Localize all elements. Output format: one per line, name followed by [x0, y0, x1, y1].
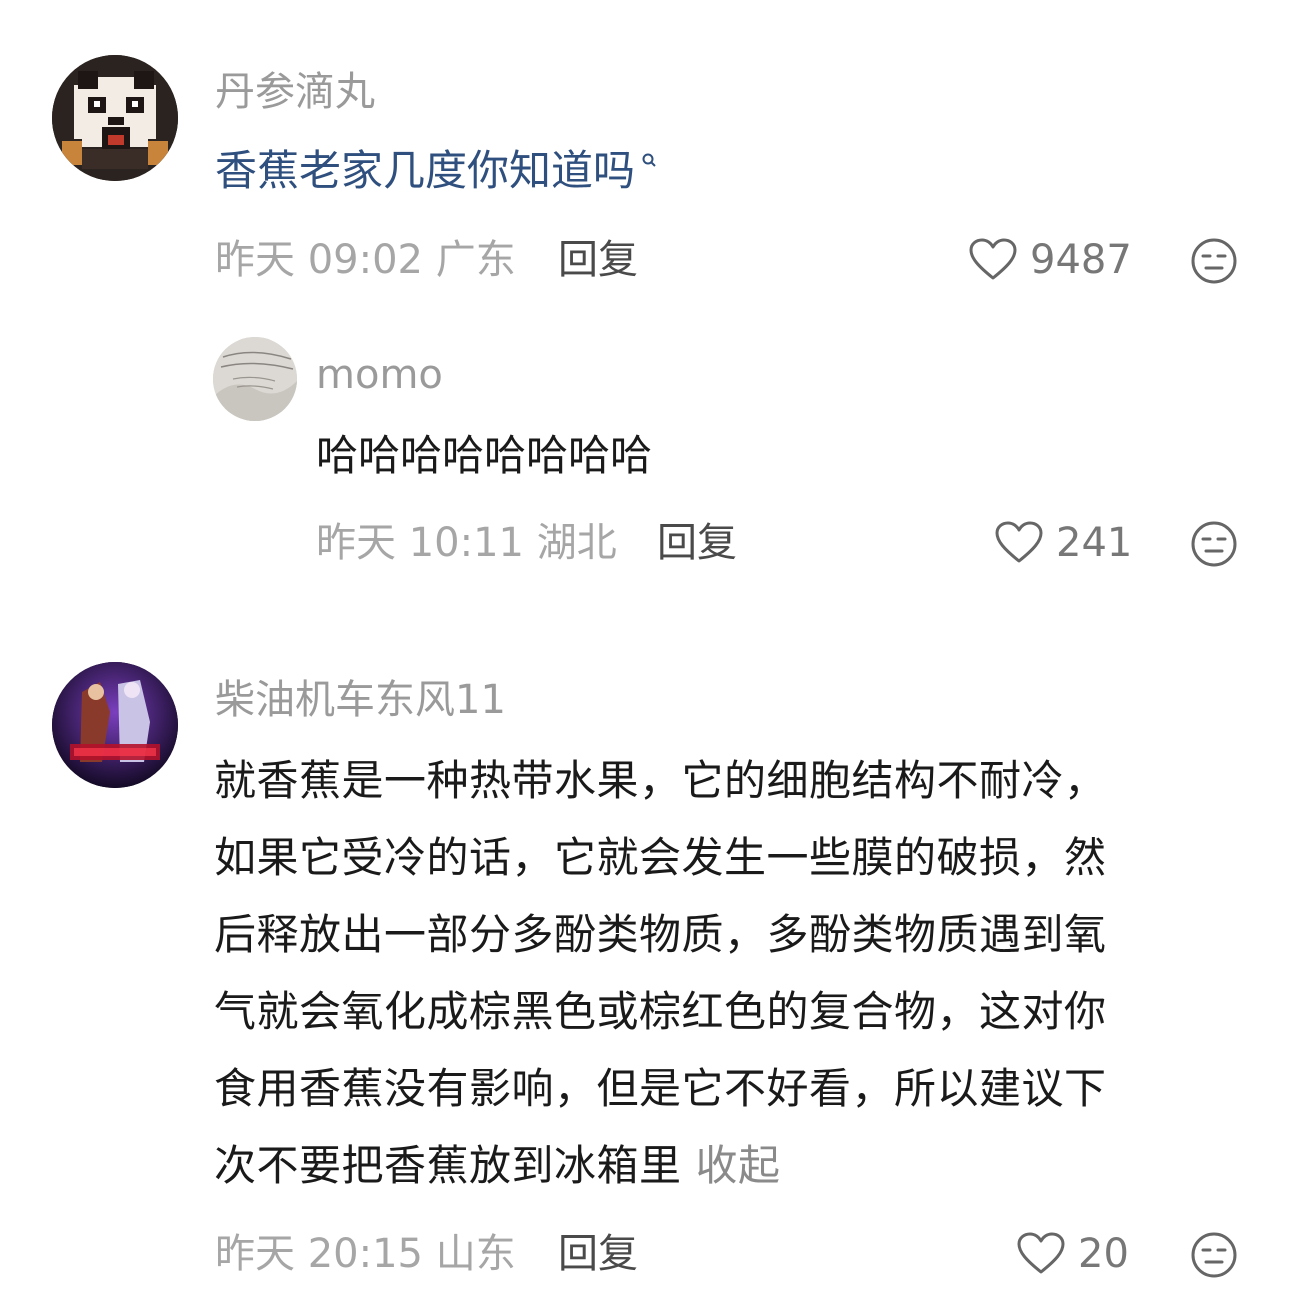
reply-time-location: 昨天 10:11 湖北	[316, 520, 617, 566]
neutral-face-icon	[1191, 521, 1237, 567]
heart-icon	[1017, 1232, 1065, 1274]
comment-text-line: 后释放出一部分多酚类物质，多酚类物质遇到氧	[214, 910, 1107, 959]
neutral-face-icon	[1191, 1232, 1237, 1278]
neutral-face-icon	[1191, 238, 1237, 284]
reply-button[interactable]: 回复	[558, 1234, 638, 1274]
search-icon	[642, 153, 656, 167]
like-count: 20	[1078, 1231, 1129, 1277]
comment-text-content: 香蕉老家几度你知道吗	[215, 146, 636, 195]
dislike-emoji-button[interactable]	[1190, 237, 1238, 285]
comment-text-line-last: 次不要把香蕉放到冰箱里 收起	[214, 1127, 1274, 1204]
dislike-emoji-button[interactable]	[1190, 520, 1238, 568]
fabric-label-avatar-icon	[213, 337, 297, 421]
like-count: 9487	[1030, 237, 1132, 283]
comment-text-line: 次不要把香蕉放到冰箱里	[214, 1141, 682, 1190]
comment-time-location: 昨天 20:15 山东	[215, 1231, 516, 1277]
heart-icon	[995, 521, 1043, 563]
comment-username[interactable]: 丹参滴丸	[215, 72, 375, 112]
like-button[interactable]: 241	[994, 521, 1132, 565]
reply-text[interactable]: 哈哈哈哈哈哈哈哈	[316, 435, 652, 477]
heart-icon	[969, 238, 1017, 280]
like-button[interactable]: 20	[1016, 1232, 1129, 1276]
anime-characters-avatar-icon	[52, 662, 178, 788]
comment-text-line: 气就会氧化成棕黑色或棕红色的复合物，这对你	[214, 987, 1107, 1036]
panda-pixel-avatar-icon	[52, 55, 178, 181]
comment-text-line: 食用香蕉没有影响，但是它不好看，所以建议下	[214, 1064, 1107, 1113]
like-button[interactable]: 9487	[968, 238, 1132, 282]
reply-button[interactable]: 回复	[558, 240, 638, 280]
avatar-momo[interactable]	[213, 337, 297, 421]
reply-button[interactable]: 回复	[657, 523, 737, 563]
comment-time-location: 昨天 09:02 广东	[215, 237, 516, 283]
avatar-anime[interactable]	[52, 662, 178, 788]
dislike-emoji-button[interactable]	[1190, 1231, 1238, 1279]
avatar-panda[interactable]	[52, 55, 178, 181]
comment-username[interactable]: 柴油机车东风11	[215, 680, 506, 720]
reply-username[interactable]: momo	[316, 355, 443, 395]
comment-text-line: 就香蕉是一种热带水果，它的细胞结构不耐冷，	[214, 756, 1107, 805]
like-count: 241	[1056, 520, 1133, 566]
collapse-link[interactable]: 收起	[696, 1141, 781, 1190]
comment-text[interactable]: 香蕉老家几度你知道吗	[215, 150, 657, 192]
comment-text[interactable]: 就香蕉是一种热带水果，它的细胞结构不耐冷， 如果它受冷的话，它就会发生一些膜的破…	[214, 742, 1274, 1204]
comment-text-line: 如果它受冷的话，它就会发生一些膜的破损，然	[214, 833, 1107, 882]
